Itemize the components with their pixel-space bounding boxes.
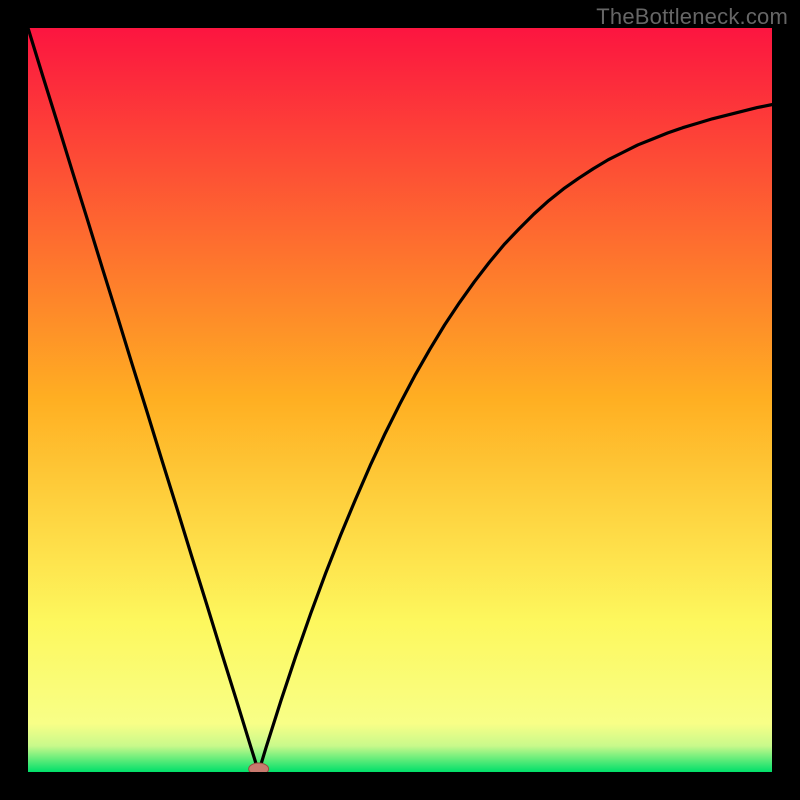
plot-area <box>28 28 772 772</box>
chart-frame: TheBottleneck.com <box>0 0 800 800</box>
gradient-background <box>28 28 772 772</box>
watermark-text: TheBottleneck.com <box>596 4 788 30</box>
minimum-marker <box>249 763 269 772</box>
bottleneck-curve-chart <box>28 28 772 772</box>
